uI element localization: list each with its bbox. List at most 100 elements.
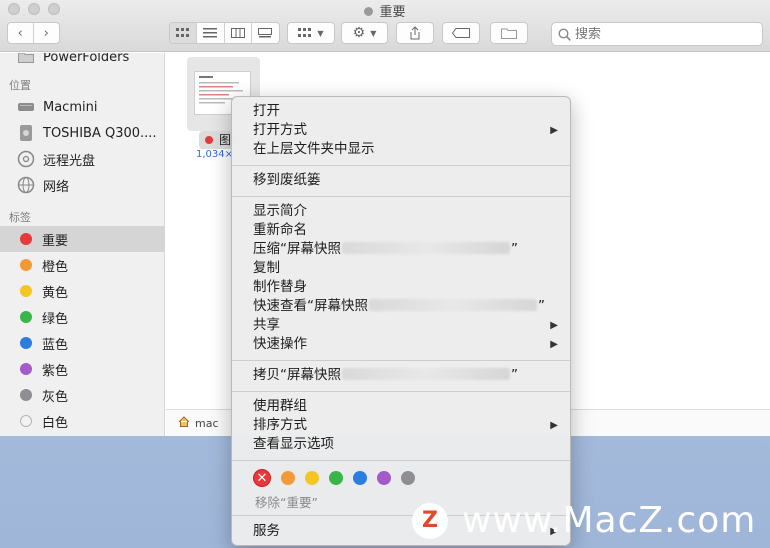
gallery-view-button[interactable] — [252, 23, 279, 43]
sidebar-item-tag-green[interactable]: 绿色 — [0, 304, 164, 330]
menu-item-copy[interactable]: 拷贝“屏幕快照” — [232, 366, 570, 385]
menu-item-compress[interactable]: 压缩“屏幕快照” — [232, 240, 570, 259]
search-input[interactable] — [575, 26, 755, 42]
tag-yellow-button[interactable] — [305, 471, 319, 485]
chevron-down-icon: ▼ — [317, 28, 324, 38]
sidebar-item-tag-blue[interactable]: 蓝色 — [0, 330, 164, 356]
red-tag-icon — [20, 233, 32, 245]
menu-item-open-with[interactable]: 打开方式 ▶ — [232, 121, 570, 140]
grid-icon — [298, 28, 312, 37]
grid-icon — [176, 28, 190, 37]
menu-item-quick-look[interactable]: 快速查看“屏幕快照” — [232, 297, 570, 316]
sidebar-header-locations: 位置 — [9, 79, 31, 92]
gallery-icon — [258, 28, 273, 38]
computer-icon — [17, 98, 35, 116]
red-tag-icon — [205, 136, 213, 144]
macz-logo-icon: Z — [412, 502, 448, 539]
orange-tag-icon — [20, 259, 32, 271]
toolbar: 重要 ‹ › ▼ ⚙ ▼ — [0, 0, 770, 52]
submenu-arrow-icon: ▶ — [550, 339, 558, 350]
list-view-button[interactable] — [197, 23, 225, 43]
tag-icon — [452, 28, 470, 38]
columns-icon — [230, 28, 245, 38]
new-folder-button[interactable] — [490, 22, 528, 44]
optical-disc-icon — [17, 150, 35, 168]
forward-button[interactable]: › — [34, 23, 59, 43]
gear-icon: ⚙ — [352, 25, 366, 41]
redacted-filename — [369, 299, 537, 311]
gray-tag-icon — [20, 389, 32, 401]
menu-item-get-info[interactable]: 显示简介 — [232, 202, 570, 221]
watermark: Z www.MacZ.com — [412, 500, 756, 541]
menu-item-quick-actions[interactable]: 快速操作 ▶ — [232, 335, 570, 354]
action-button[interactable]: ⚙ ▼ — [341, 22, 388, 44]
remove-tag-button[interactable]: ✕ — [253, 469, 271, 487]
search-field[interactable] — [551, 22, 763, 46]
group-button[interactable]: ▼ — [287, 22, 335, 44]
sidebar-header-tags: 标签 — [9, 211, 31, 224]
tag-green-button[interactable] — [329, 471, 343, 485]
context-menu: 打开 打开方式 ▶ 在上层文件夹中显示 移到废纸篓 显示简介 重新命名 压缩“屏… — [231, 96, 571, 546]
submenu-arrow-icon: ▶ — [550, 320, 558, 331]
menu-separator — [232, 360, 570, 361]
submenu-arrow-icon: ▶ — [550, 125, 558, 136]
tag-orange-button[interactable] — [281, 471, 295, 485]
menu-item-use-groups[interactable]: 使用群组 — [232, 397, 570, 416]
sidebar-item-powerfolders[interactable]: PowerFolders — [0, 53, 164, 70]
sidebar-item-tag-purple[interactable]: 紫色 — [0, 356, 164, 382]
menu-item-make-alias[interactable]: 制作替身 — [232, 278, 570, 297]
tag-dot-icon — [364, 7, 374, 16]
white-tag-icon — [20, 415, 32, 427]
file-dimensions: 1,034× — [196, 149, 234, 160]
tag-blue-button[interactable] — [353, 471, 367, 485]
sidebar: PowerFolders 位置 Macmini TOSHIBA Q300....… — [0, 53, 165, 436]
sidebar-item-network[interactable]: 网络 — [0, 172, 164, 198]
menu-item-move-to-trash[interactable]: 移到废纸篓 — [232, 171, 570, 190]
sidebar-item-tag-important[interactable]: 重要 — [0, 226, 164, 252]
menu-item-sort-by[interactable]: 排序方式 ▶ — [232, 416, 570, 435]
chevron-left-icon: ‹ — [17, 25, 23, 41]
menu-item-rename[interactable]: 重新命名 — [232, 221, 570, 240]
watermark-text: www.MacZ.com — [462, 500, 757, 541]
menu-item-duplicate[interactable]: 复制 — [232, 259, 570, 278]
menu-item-share[interactable]: 共享 ▶ — [232, 316, 570, 335]
sidebar-item-tag-yellow[interactable]: 黄色 — [0, 278, 164, 304]
remove-tag-label: 移除“重要” — [255, 495, 318, 510]
menu-separator — [232, 460, 570, 461]
chevron-right-icon: › — [43, 25, 49, 41]
edit-tags-button[interactable] — [442, 22, 480, 44]
menu-item-show-view-options[interactable]: 查看显示选项 — [232, 435, 570, 454]
yellow-tag-icon — [20, 285, 32, 297]
sidebar-item-tag-gray[interactable]: 灰色 — [0, 382, 164, 408]
folder-icon — [501, 28, 517, 39]
menu-item-open[interactable]: 打开 — [232, 102, 570, 121]
window-title: 重要 — [0, 1, 770, 20]
sidebar-item-macmini[interactable]: Macmini — [0, 94, 164, 120]
view-mode-buttons — [169, 22, 280, 44]
search-icon — [558, 27, 571, 41]
share-button[interactable] — [396, 22, 434, 44]
disk-icon — [17, 124, 35, 142]
column-view-button[interactable] — [225, 23, 252, 43]
sidebar-item-toshiba[interactable]: TOSHIBA Q300.... — [0, 120, 164, 146]
path-item-home[interactable]: mac — [195, 417, 219, 430]
green-tag-icon — [20, 311, 32, 323]
menu-item-show-in-enclosing-folder[interactable]: 在上层文件夹中显示 — [232, 140, 570, 159]
icon-view-button[interactable] — [170, 23, 198, 43]
chevron-down-icon: ▼ — [370, 28, 377, 38]
purple-tag-icon — [20, 363, 32, 375]
menu-separator — [232, 165, 570, 166]
sidebar-item-tag-white[interactable]: 白色 — [0, 408, 164, 434]
sidebar-item-remote-disc[interactable]: 远程光盘 — [0, 146, 164, 172]
globe-icon — [17, 176, 35, 194]
back-button[interactable]: ‹ — [8, 23, 34, 43]
redacted-filename — [342, 368, 510, 380]
share-icon — [410, 26, 420, 40]
tag-color-row: ✕ — [253, 469, 425, 487]
tag-gray-button[interactable] — [401, 471, 415, 485]
tag-purple-button[interactable] — [377, 471, 391, 485]
folder-icon — [17, 53, 35, 66]
sidebar-item-tag-orange[interactable]: 橙色 — [0, 252, 164, 278]
close-icon: ✕ — [256, 470, 268, 486]
back-forward-buttons: ‹ › — [7, 22, 60, 44]
